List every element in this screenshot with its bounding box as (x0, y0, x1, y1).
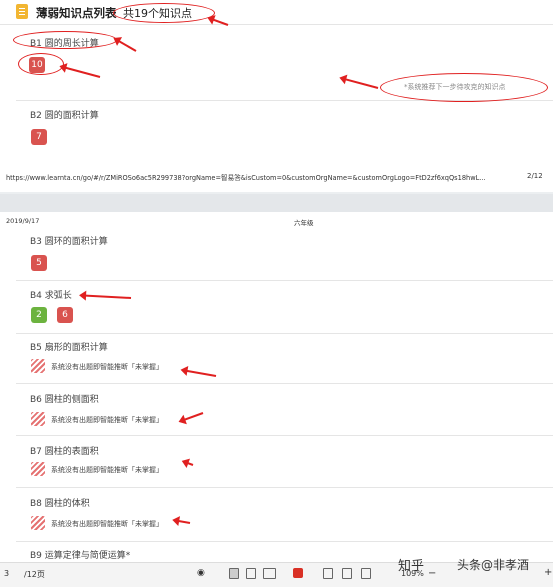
annotation-oval (18, 53, 64, 75)
eye-icon[interactable]: ◉ (197, 568, 205, 578)
page-number: 2/12 (527, 172, 543, 180)
divider (16, 435, 553, 436)
unassessed-icon (31, 412, 45, 426)
section-b5-title: B5 扇形的面积计算 (30, 343, 108, 353)
divider (16, 333, 553, 334)
actual-size-icon[interactable] (361, 568, 371, 579)
unassessed-icon (31, 516, 45, 530)
score-badge: 7 (31, 129, 47, 145)
zoom-in-icon[interactable]: + (544, 567, 552, 578)
zoom-out-icon[interactable]: − (428, 568, 436, 579)
single-page-view-icon[interactable] (229, 568, 239, 579)
annotation-oval (13, 31, 117, 49)
unassessed-note: 系统没有出题即智能推断「未掌握」 (51, 416, 163, 424)
document-icon (16, 4, 28, 19)
divider (16, 280, 553, 281)
print-date: 2019/9/17 (6, 217, 40, 225)
section-b7-title: B7 圆柱的表面积 (30, 447, 99, 457)
grade-label: 六年级 (294, 219, 314, 227)
section-b6-title: B6 圆柱的侧面积 (30, 395, 99, 405)
pdf-page-2 (0, 212, 553, 562)
unassessed-note: 系统没有出题即智能推断「未掌握」 (51, 466, 163, 474)
section-b8-title: B8 圆柱的体积 (30, 499, 90, 509)
unassessed-note: 系统没有出题即智能推断「未掌握」 (51, 363, 163, 371)
page-gap (0, 194, 553, 212)
score-badge: 6 (57, 307, 73, 323)
section-b3-title: B3 圆环的面积计算 (30, 237, 108, 247)
divider (16, 383, 553, 384)
slideshow-icon[interactable] (293, 568, 303, 578)
annotation-oval (113, 3, 215, 23)
section-b9-title: B9 运算定律与简便运算* (30, 551, 131, 561)
unassessed-note: 系统没有出题即智能推断「未掌握」 (51, 520, 163, 528)
score-badge: 5 (31, 255, 47, 271)
section-b2-title: B2 圆的面积计算 (30, 111, 99, 121)
continuous-view-icon[interactable] (246, 568, 256, 579)
fit-page-icon[interactable] (323, 568, 333, 579)
page-title: 薄弱知识点列表 (36, 6, 117, 20)
section-b4-title: B4 求弧长 (30, 291, 72, 301)
annotation-oval (380, 73, 548, 102)
watermark-brand: 知乎 (398, 559, 425, 574)
total-pages-label: /12页 (24, 570, 45, 579)
divider (16, 541, 553, 542)
current-page-input[interactable]: 3 (4, 569, 9, 578)
print-url: https://www.learnta.cn/go/#/r/ZMiROSo6ac… (6, 174, 486, 182)
divider (16, 487, 553, 488)
fit-width-icon[interactable] (342, 568, 352, 579)
watermark: 头条@非孝酒 (457, 558, 530, 572)
two-page-view-icon[interactable] (263, 568, 276, 579)
unassessed-icon (31, 359, 45, 373)
divider (0, 24, 553, 25)
score-badge: 2 (31, 307, 47, 323)
unassessed-icon (31, 462, 45, 476)
